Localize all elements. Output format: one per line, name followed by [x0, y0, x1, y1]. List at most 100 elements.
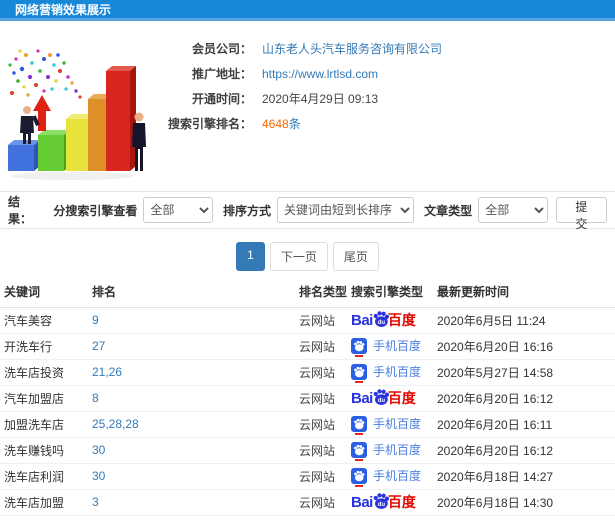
- baidu-mobile-label: 手机百度: [373, 364, 422, 379]
- baidu-pc-logo: Bai du 百度: [351, 492, 416, 512]
- rank-link[interactable]: 3: [88, 489, 295, 516]
- engine-cell: 手机百度: [347, 411, 433, 438]
- keyword-cell: 洗车赚钱吗: [0, 437, 88, 464]
- updated-time-cell: 2020年6月18日 14:27: [433, 463, 615, 490]
- rank-type-cell: 云网站: [295, 463, 347, 490]
- baidu-mobile-paw-icon: [351, 337, 367, 357]
- engine-cell: Bai du 百度: [347, 489, 433, 516]
- filter-bar: 结果： 分搜索引擎查看 全部 排序方式 关键词由短到长排序 文章类型 全部 提交: [0, 191, 615, 231]
- table-row: 洗车店加盟 3 云网站 Bai du 百度 2020年6月18日 14:30: [0, 489, 615, 516]
- confetti-dots: [8, 49, 82, 99]
- baidu-logo-bai-text: Bai: [351, 311, 373, 329]
- baidu-mobile-paw-icon: [351, 415, 367, 435]
- updated-time-cell: 2020年6月5日 11:24: [433, 307, 615, 334]
- next-page-button[interactable]: 下一页: [269, 242, 328, 271]
- ranking-count-label: 搜索引擎排名：: [167, 117, 252, 131]
- open-time-label: 开通时间：: [191, 92, 252, 106]
- pagination: 1 下一页 尾页: [0, 242, 615, 271]
- engine-cell: Bai du 百度: [347, 385, 433, 412]
- page-title: 网络营销效果展示: [15, 2, 112, 17]
- keyword-cell: 汽车美容: [0, 307, 88, 334]
- updated-time-cell: 2020年5月27日 14:58: [433, 359, 615, 386]
- info-row-open-time: 开通时间： 2020年4月29日 09:13: [152, 86, 615, 111]
- growth-chart-illustration: [8, 49, 146, 180]
- baidu-mobile-logo: 手机百度: [351, 337, 421, 357]
- keyword-cell: 加盟洗车店: [0, 411, 88, 438]
- info-row-ranking-count: 搜索引擎排名： 4648条: [152, 111, 615, 136]
- baidu-mobile-logo: 手机百度: [351, 363, 422, 383]
- engine-cell: 手机百度: [347, 437, 433, 464]
- results-table-header: 关键词 排名 排名类型 搜索引擎类型 最新更新时间: [0, 277, 615, 308]
- member-company-link[interactable]: 山东老人头汽车服务咨询有限公司: [262, 40, 442, 57]
- header-rank-type: 排名类型: [295, 277, 347, 308]
- baidu-mobile-logo: 手机百度: [351, 467, 422, 487]
- svg-text:du: du: [378, 398, 386, 404]
- sort-label: 排序方式: [223, 203, 272, 218]
- result-label: 结果：: [8, 195, 33, 226]
- header-keyword: 关键词: [0, 277, 88, 308]
- engine-filter-label: 分搜索引擎查看: [53, 203, 138, 218]
- title-bar: 网络营销效果展示: [0, 0, 615, 21]
- businessman-figure-left: [20, 106, 40, 144]
- rank-link[interactable]: 30: [88, 437, 295, 464]
- open-time-value: 2020年4月29日 09:13: [262, 92, 379, 106]
- svg-text:du: du: [378, 320, 386, 326]
- rank-link[interactable]: 25,28,28: [88, 411, 295, 438]
- rank-type-cell: 云网站: [295, 359, 347, 386]
- page-button-current[interactable]: 1: [236, 242, 265, 271]
- member-info-panel: 会员公司： 山东老人头汽车服务咨询有限公司 推广地址： https://www.…: [152, 21, 615, 191]
- updated-time-cell: 2020年6月20日 16:12: [433, 437, 615, 464]
- baidu-logo-bai-text: Bai: [351, 389, 373, 407]
- baidu-logo-cn-text: 百度: [387, 390, 416, 406]
- keyword-cell: 汽车加盟店: [0, 385, 88, 412]
- rank-link[interactable]: 8: [88, 385, 295, 412]
- ranking-count-unit: 条: [288, 117, 301, 131]
- header-rank: 排名: [88, 277, 295, 308]
- baidu-mobile-label: 手机百度: [373, 442, 422, 457]
- sort-select[interactable]: 关键词由短到长排序: [277, 197, 415, 223]
- rank-link[interactable]: 21,26: [88, 359, 295, 386]
- rank-link[interactable]: 30: [88, 463, 295, 490]
- header-engine-type: 搜索引擎类型: [347, 277, 433, 308]
- article-type-select[interactable]: 全部: [478, 197, 548, 223]
- company-label: 会员公司：: [191, 42, 252, 56]
- info-row-url: 推广地址： https://www.lrtlsd.com: [152, 61, 615, 86]
- filter-controls: 分搜索引擎查看 全部 排序方式 关键词由短到长排序 文章类型 全部 提交: [43, 197, 607, 231]
- promotion-url-label: 推广地址：: [191, 67, 252, 81]
- table-row: 洗车店利润 30 云网站 手机百度 2020年6月18日 14:27: [0, 463, 615, 490]
- baidu-mobile-label: 手机百度: [373, 468, 422, 483]
- updated-time-cell: 2020年6月18日 14:30: [433, 489, 615, 516]
- table-row: 汽车加盟店 8 云网站 Bai du 百度 2020年6月20日 16:12: [0, 385, 615, 412]
- rank-type-cell: 云网站: [295, 307, 347, 334]
- promotion-url-link[interactable]: https://www.lrtlsd.com: [262, 67, 378, 81]
- table-row: 汽车美容 9 云网站 Bai du 百度 2020年6月5日 11:24: [0, 307, 615, 334]
- table-row: 洗车店投资 21,26 云网站 手机百度 2020年5月27日 14:58: [0, 359, 615, 386]
- table-row: 洗车赚钱吗 30 云网站 手机百度 2020年6月20日 16:12: [0, 437, 615, 464]
- rank-type-cell: 云网站: [295, 437, 347, 464]
- article-type-label: 文章类型: [424, 203, 473, 218]
- engine-filter-select[interactable]: 全部: [143, 197, 214, 223]
- submit-button[interactable]: 提交: [555, 197, 607, 231]
- info-section: 会员公司： 山东老人头汽车服务咨询有限公司 推广地址： https://www.…: [0, 21, 615, 191]
- table-row: 开洗车行 27 云网站 手机百度 2020年6月20日 16:16: [0, 333, 615, 360]
- engine-cell: 手机百度: [347, 359, 433, 386]
- baidu-mobile-logo: 手机百度: [351, 415, 421, 435]
- updated-time-cell: 2020年6月20日 16:16: [433, 333, 615, 360]
- last-page-button[interactable]: 尾页: [332, 242, 379, 271]
- rank-link[interactable]: 9: [88, 307, 295, 334]
- rank-type-cell: 云网站: [295, 411, 347, 438]
- baidu-logo-cn-text: 百度: [387, 312, 416, 328]
- svg-text:du: du: [378, 502, 386, 508]
- ranking-count-value[interactable]: 4648条: [262, 115, 301, 132]
- baidu-pc-logo: Bai du 百度: [351, 310, 416, 330]
- baidu-mobile-paw-icon: [351, 441, 367, 461]
- header-updated: 最新更新时间: [433, 277, 615, 308]
- keyword-cell: 洗车店加盟: [0, 489, 88, 516]
- rank-link[interactable]: 27: [88, 333, 295, 360]
- keyword-cell: 洗车店利润: [0, 463, 88, 490]
- baidu-mobile-logo: 手机百度: [351, 441, 422, 461]
- results-table: 关键词 排名 排名类型 搜索引擎类型 最新更新时间 汽车美容 9 云网站 Bai…: [0, 277, 615, 516]
- keyword-cell: 洗车店投资: [0, 359, 88, 386]
- results-table-body: 汽车美容 9 云网站 Bai du 百度 2020年6月5日 11:24 开洗车…: [0, 307, 615, 516]
- baidu-pc-logo: Bai du 百度: [351, 388, 416, 408]
